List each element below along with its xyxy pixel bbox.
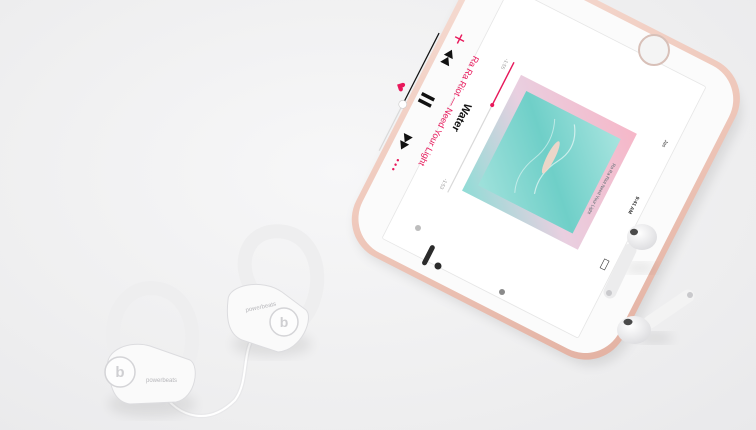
heart-icon[interactable] (395, 81, 406, 92)
beats-logo-letter: b (280, 314, 289, 330)
brand-text-left: powerbeats (146, 378, 177, 384)
earphone-left: b powerbeats (104, 280, 200, 416)
earphone-right: b powerbeats (226, 224, 325, 356)
scene-svg: Ra Ra Riot Need Your Light -1:55 -1:53 W… (104, 0, 741, 419)
product-photo: Ra Ra Riot Need Your Light -1:55 -1:53 W… (0, 0, 756, 430)
beats-logo-letter-left: b (115, 364, 124, 381)
iphone: Ra Ra Riot Need Your Light -1:55 -1:53 W… (351, 0, 741, 365)
home-button[interactable] (638, 34, 670, 66)
